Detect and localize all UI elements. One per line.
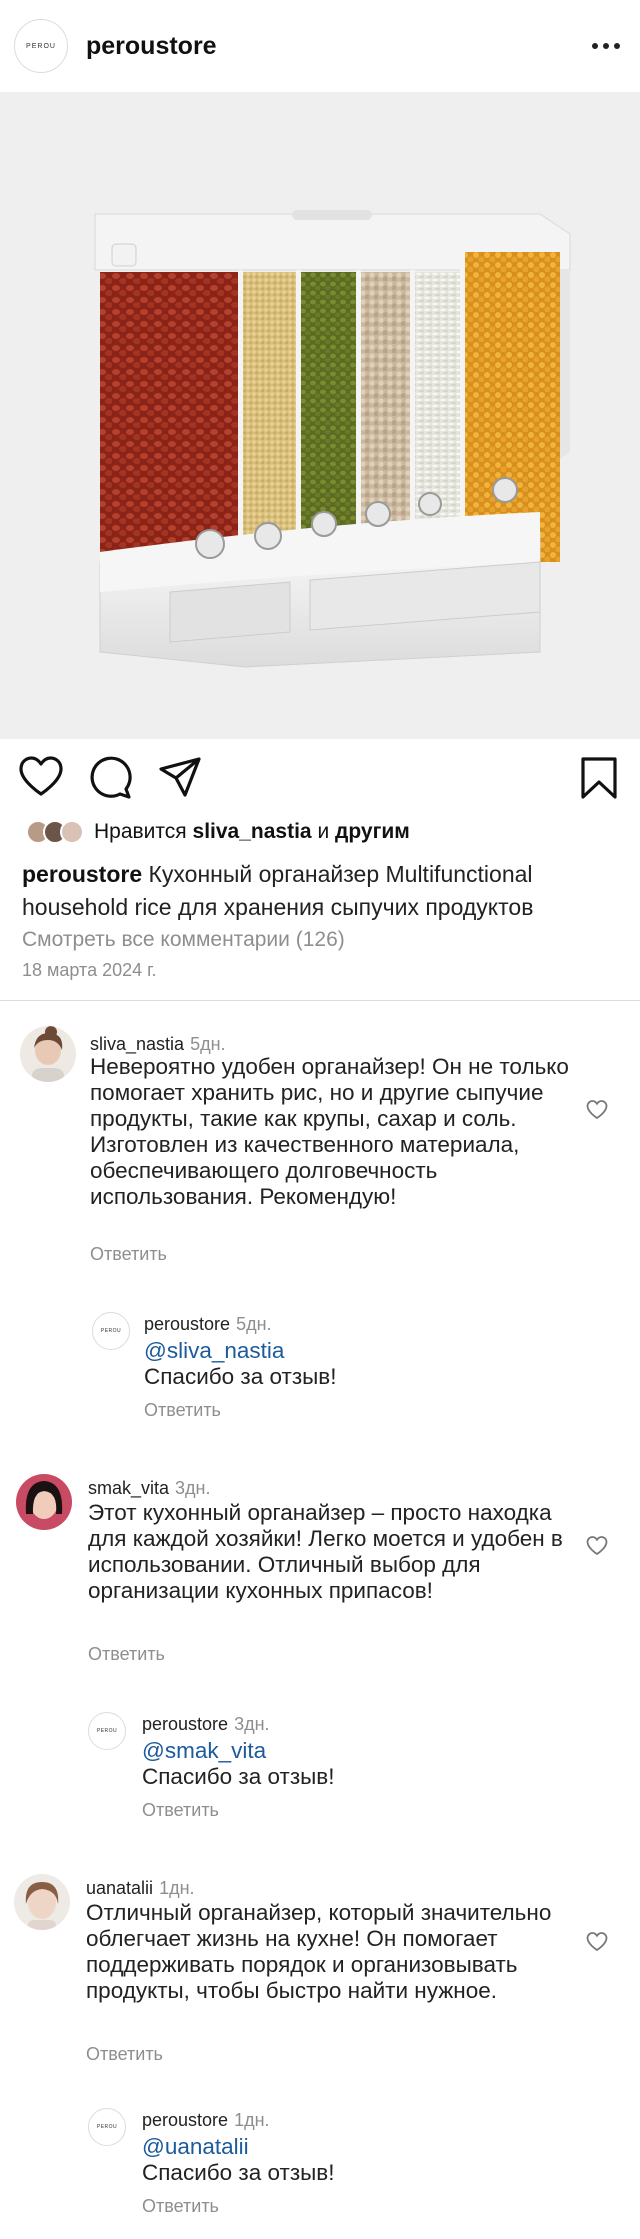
likes-others[interactable]: другим (335, 820, 410, 844)
comment-like-icon[interactable] (586, 1100, 608, 1120)
commenter-avatar[interactable] (14, 1874, 70, 1930)
commenter-avatar[interactable] (16, 1474, 72, 1530)
post-image[interactable] (0, 92, 640, 739)
likes-row: Нравится sliva_nastia и другим (26, 820, 410, 844)
reply-avatar[interactable]: PEROU (92, 1312, 130, 1350)
reply-button[interactable]: Ответить (86, 2044, 163, 2065)
reply-message: Спасибо за отзыв! (144, 1364, 337, 1389)
reply-button[interactable]: Ответить (142, 2196, 219, 2217)
reply-logo-text: PEROU (96, 1728, 118, 1734)
comment-text: Невероятно удобен органайзер! Он не толь… (90, 1054, 569, 1209)
reply-mention[interactable]: @uanatalii (142, 2134, 562, 2160)
view-all-comments-link[interactable]: Смотреть все комментарии (126) (22, 928, 345, 952)
reply-button[interactable]: Ответить (142, 1800, 219, 1821)
reply-username[interactable]: peroustore (144, 1314, 230, 1334)
reply-text: @uanatalii Спасибо за отзыв! (142, 2134, 562, 2186)
likes-prefix: Нравится (94, 820, 187, 843)
likers-avatars[interactable] (26, 820, 84, 844)
reply-time: 1дн. (234, 2110, 270, 2130)
reply-avatar[interactable]: PEROU (88, 1712, 126, 1750)
post-date: 18 марта 2024 г. (22, 960, 157, 980)
likes-user[interactable]: sliva_nastia (193, 820, 312, 844)
reply-username[interactable]: peroustore (142, 1714, 228, 1734)
reply-logo-text: PEROU (96, 2124, 118, 2130)
reply-message: Спасибо за отзыв! (142, 1764, 335, 1789)
reply-button[interactable]: Ответить (144, 1400, 221, 1421)
commenter-avatar[interactable] (20, 1026, 76, 1082)
organizer-illustration (94, 210, 571, 668)
comment-icon[interactable] (88, 756, 132, 800)
reply-text: @sliva_nastia Спасибо за отзыв! (144, 1338, 564, 1390)
divider (0, 1000, 640, 1001)
reply-logo-text: PEROU (100, 1328, 122, 1334)
likes-and: и (317, 820, 330, 843)
reply-time: 3дн. (234, 1714, 270, 1734)
comment-username[interactable]: sliva_nastia (90, 1034, 184, 1054)
comment-username[interactable]: smak_vita (88, 1478, 169, 1498)
reply-username[interactable]: peroustore (142, 2110, 228, 2130)
comment-time: 1дн. (159, 1878, 195, 1898)
action-bar (0, 756, 640, 806)
reply-time: 5дн. (236, 1314, 272, 1334)
comment-like-icon[interactable] (586, 1536, 608, 1556)
reply-button[interactable]: Ответить (90, 1244, 167, 1265)
comment-item: sliva_nastia 5дн. Невероятно удобен орган… (20, 1026, 620, 1446)
comment-item: smak_vita 3дн. Этот кухонный органайзер –… (16, 1474, 620, 1834)
bookmark-icon[interactable] (580, 756, 618, 800)
header-username[interactable]: peroustore (86, 32, 592, 61)
reply-text: @smak_vita Спасибо за отзыв! (142, 1738, 562, 1790)
reply-button[interactable]: Ответить (88, 1644, 165, 1665)
comment-text: Этот кухонный органайзер – просто находк… (88, 1500, 563, 1603)
post-caption: peroustore Кухонный органайзер Multifunc… (22, 858, 622, 924)
heart-icon[interactable] (18, 756, 64, 798)
reply-avatar[interactable]: PEROU (88, 2108, 126, 2146)
comment-like-icon[interactable] (586, 1932, 608, 1952)
reply-mention[interactable]: @smak_vita (142, 1738, 562, 1764)
comment-text: Отличный органайзер, который значительно… (86, 1900, 552, 2003)
store-avatar[interactable]: PEROU (14, 19, 68, 73)
store-logo-text: PEROU (26, 42, 56, 50)
comment-username[interactable]: uanatalii (86, 1878, 153, 1898)
comment-time: 3дн. (175, 1478, 211, 1498)
reply-message: Спасибо за отзыв! (142, 2160, 335, 2185)
caption-username[interactable]: peroustore (22, 861, 142, 887)
reply-mention[interactable]: @sliva_nastia (144, 1338, 564, 1364)
comment-time: 5дн. (190, 1034, 226, 1054)
post-header: PEROU peroustore (0, 0, 640, 92)
more-icon[interactable] (592, 43, 620, 49)
send-icon[interactable] (158, 756, 202, 798)
comment-item: uanatalii 1дн. Отличный органайзер, котор… (14, 1874, 620, 2224)
